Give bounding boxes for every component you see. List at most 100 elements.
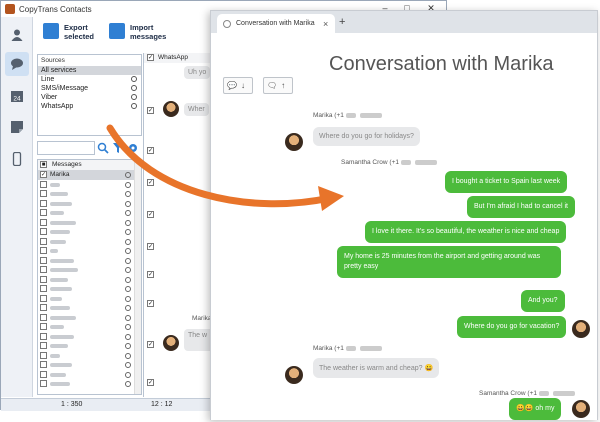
list-item[interactable]	[38, 275, 141, 285]
svg-text:24: 24	[13, 96, 21, 103]
whatsapp-icon	[131, 103, 137, 109]
list-item[interactable]	[38, 180, 141, 190]
sources-panel: Sources All services Line SMS/iMessage V…	[37, 54, 142, 136]
comment-icon: 🗨	[267, 81, 278, 90]
source-line[interactable]: Line	[38, 75, 141, 84]
status-count: 1 : 350	[61, 401, 83, 408]
list-item[interactable]	[38, 189, 141, 199]
conversation-preview: ✓ WhatsApp ✓ Wher Uh yo ✓ ✓ ✓ ✓ ✓ ✓ Marik…	[143, 53, 214, 397]
list-item[interactable]	[38, 256, 141, 266]
list-item-marika[interactable]: ✓ Marika	[38, 170, 141, 180]
outgoing-message: My home is 25 minutes from the airport a…	[337, 246, 561, 278]
message-checkbox[interactable]: ✓	[147, 271, 154, 278]
list-item[interactable]	[38, 199, 141, 209]
outgoing-message: 😀😀 oh my	[509, 398, 562, 420]
new-tab-button[interactable]: +	[339, 16, 345, 28]
window-title: CopyTrans Contacts	[19, 4, 92, 14]
whatsapp-checkbox[interactable]: ✓	[147, 54, 154, 61]
messages-header: ■ Messages	[38, 160, 141, 170]
message-checkbox[interactable]: ✓	[147, 341, 154, 348]
browser-window: Conversation with Marika × + Conversatio…	[210, 10, 598, 420]
list-item[interactable]	[38, 322, 141, 332]
chat-icon: 💬	[227, 81, 237, 90]
list-item[interactable]	[38, 370, 141, 380]
tab-title: Conversation with Marika	[236, 20, 315, 27]
list-item[interactable]	[38, 218, 141, 228]
calendar-nav-button[interactable]: 24	[5, 84, 29, 108]
whatsapp-icon	[125, 172, 131, 178]
page-title: Conversation with Marika	[329, 53, 554, 75]
list-item[interactable]	[38, 351, 141, 361]
list-item[interactable]	[38, 303, 141, 313]
preview-sender: Marika	[192, 315, 212, 322]
list-item[interactable]	[38, 360, 141, 370]
message-checkbox[interactable]: ✓	[147, 179, 154, 186]
list-item[interactable]	[38, 208, 141, 218]
whatsapp-header: ✓ WhatsApp	[144, 53, 213, 63]
message-checkbox[interactable]: ✓	[147, 211, 154, 218]
source-whatsapp[interactable]: WhatsApp	[38, 102, 141, 111]
source-viber[interactable]: Viber	[38, 93, 141, 102]
search-input[interactable]	[37, 141, 95, 155]
calendar-icon: 24	[11, 91, 23, 103]
person-icon	[11, 29, 23, 41]
settings-icon[interactable]	[127, 142, 139, 154]
notes-nav-button[interactable]	[5, 115, 29, 139]
sender-label: Samantha Crow (+1	[479, 390, 577, 397]
sender-label: Samantha Crow (+1	[341, 159, 439, 166]
message-checkbox[interactable]: ✓	[147, 147, 154, 154]
list-item[interactable]	[38, 379, 141, 389]
device-nav-button[interactable]	[5, 147, 29, 171]
message-checkbox[interactable]: ✓	[147, 300, 154, 307]
note-icon	[11, 121, 23, 133]
source-all-services[interactable]: All services	[38, 66, 141, 75]
incoming-message: Where do you go for holidays?	[313, 127, 420, 146]
incoming-message: The weather is warm and cheap? 😀	[313, 358, 440, 378]
app-icon	[5, 4, 15, 14]
outgoing-message: But I'm afraid I had to cancel it	[467, 196, 575, 218]
status-time: 12 : 12	[151, 401, 173, 408]
list-item[interactable]	[38, 265, 141, 275]
upload-icon: ↑	[281, 81, 286, 90]
sidebar: 24	[1, 17, 33, 397]
outgoing-message: And you?	[521, 290, 565, 312]
avatar	[163, 335, 179, 351]
download-toolbar-group[interactable]: 💬 ↓	[223, 77, 253, 94]
list-scrollbar[interactable]	[134, 160, 141, 394]
line-icon	[131, 76, 137, 82]
list-item[interactable]	[38, 313, 141, 323]
filter-icon[interactable]	[112, 142, 124, 154]
list-item[interactable]	[38, 294, 141, 304]
list-item[interactable]	[38, 332, 141, 342]
export-selected-button[interactable]: Export selected	[43, 23, 94, 41]
list-item[interactable]	[38, 237, 141, 247]
search-icon[interactable]	[97, 142, 109, 154]
import-messages-button[interactable]: Import messages	[109, 23, 166, 41]
export-label: Export selected	[64, 23, 95, 41]
contacts-nav-button[interactable]	[5, 23, 29, 47]
source-sms-imessage[interactable]: SMS/iMessage	[38, 84, 141, 93]
message-checkbox[interactable]: ✓	[147, 107, 154, 114]
tab-close-icon[interactable]: ×	[323, 19, 335, 29]
outgoing-message: I bought a ticket to Spain last week	[445, 171, 568, 193]
list-item[interactable]	[38, 341, 141, 351]
tab-bar: Conversation with Marika × +	[211, 11, 597, 33]
list-item[interactable]	[38, 246, 141, 256]
message-checkbox[interactable]: ✓	[147, 243, 154, 250]
message-checkbox[interactable]: ✓	[147, 379, 154, 386]
preview-bubble: Uh yo	[184, 66, 211, 79]
row-checkbox[interactable]: ✓	[40, 171, 47, 178]
tab-conversation[interactable]: Conversation with Marika ×	[217, 14, 335, 33]
import-icon	[109, 23, 125, 39]
preview-bubble: Wher	[184, 103, 209, 116]
avatar	[285, 366, 303, 384]
viber-icon	[131, 94, 137, 100]
upload-toolbar-group[interactable]: 🗨 ↑	[263, 77, 294, 94]
list-item[interactable]	[38, 227, 141, 237]
list-item[interactable]	[38, 284, 141, 294]
messages-nav-button[interactable]	[5, 52, 29, 76]
avatar	[285, 133, 303, 151]
import-label: Import messages	[130, 23, 167, 41]
chat-icon	[11, 58, 23, 70]
select-all-checkbox[interactable]: ■	[40, 161, 47, 168]
